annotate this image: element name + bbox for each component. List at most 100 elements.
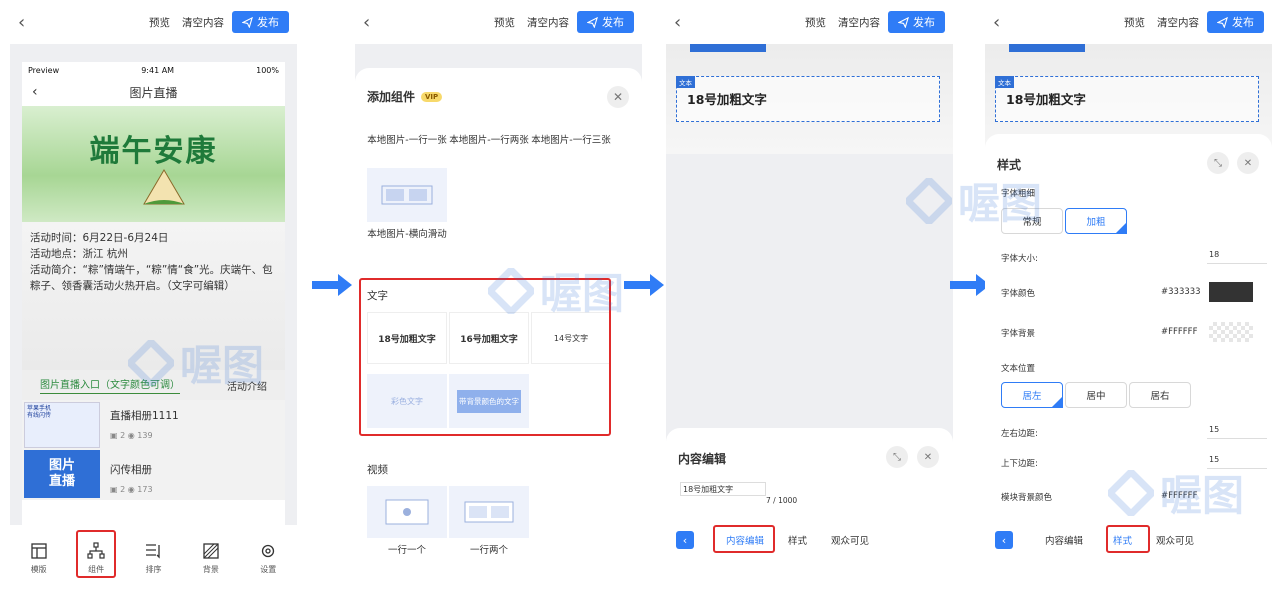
publish-label: 发布 xyxy=(1232,16,1254,29)
video-card-two-per-row[interactable] xyxy=(449,486,529,538)
text-content-input[interactable]: 18号加粗文字 xyxy=(680,482,766,496)
banner-image[interactable]: 端午安康 xyxy=(22,106,285,222)
component-caption[interactable]: 本地图片-一行三张 xyxy=(531,134,611,148)
close-icon[interactable]: ✕ xyxy=(1237,152,1259,174)
publish-button[interactable]: 发布 xyxy=(1207,11,1264,33)
nav-template[interactable]: 模版 xyxy=(19,538,59,579)
publish-button[interactable]: 发布 xyxy=(888,11,945,33)
gear-icon xyxy=(262,544,275,557)
weight-bold-option[interactable]: 加粗 xyxy=(1065,208,1127,234)
sheet-title: 添加组件 VIP xyxy=(367,88,443,105)
close-icon[interactable]: ✕ xyxy=(607,86,629,108)
album-thumb-2[interactable]: 图片 直播 xyxy=(24,450,100,498)
info-line-location: 活动地点：浙江 杭州 xyxy=(30,248,128,260)
component-caption[interactable]: 本地图片-一行两张 xyxy=(449,134,529,148)
component-caption[interactable]: 一行两个 xyxy=(449,544,529,558)
top-bar: ‹ 预览 清空内容 发布 xyxy=(355,0,642,44)
arrow-right-icon xyxy=(312,274,352,296)
tutorial-stage: ‹ 预览 清空内容 发布 Preview 9:41 AM 100% ‹ 图片直播… xyxy=(0,0,1282,589)
font-bg-swatch[interactable] xyxy=(1209,322,1253,342)
back-arrow-icon[interactable]: ‹ xyxy=(993,12,1013,33)
font-size-input[interactable]: 18 xyxy=(1207,250,1267,264)
back-arrow-icon[interactable]: ‹ xyxy=(674,12,694,33)
font-color-value: #333333 xyxy=(1161,287,1201,297)
lr-margin-input[interactable]: 15 xyxy=(1207,425,1267,439)
panel-add-component: ‹ 预览 清空内容 发布 添加组件 VIP ✕ 本地图片-一行一张 本地图片-一… xyxy=(355,0,642,589)
sort-icon xyxy=(146,543,161,559)
tab-audience-visible[interactable]: 观众可见 xyxy=(1156,533,1194,547)
collapse-icon[interactable]: ⤡ xyxy=(1207,152,1229,174)
album-item[interactable]: 闪传相册 ▣ 2 ◉ 173 xyxy=(110,462,277,512)
highlight-style-tab xyxy=(1106,525,1150,553)
back-arrow-icon[interactable]: ‹ xyxy=(18,12,38,33)
album-count: 2 xyxy=(120,485,126,494)
photo-live-entry-link[interactable]: 图片直播入口（文字颜色可调） xyxy=(40,376,180,394)
album-item[interactable]: 直播相册1111 ▣ 2 ◉ 139 xyxy=(110,408,277,458)
thumb2-line: 图片 xyxy=(48,458,75,473)
weight-regular-option[interactable]: 常规 xyxy=(1001,208,1063,234)
nav-settings[interactable]: 设置 xyxy=(248,538,288,579)
align-center-option[interactable]: 居中 xyxy=(1065,382,1127,408)
top-bar: ‹ 预览 清空内容 发布 xyxy=(10,0,297,44)
clear-content-button[interactable]: 清空内容 xyxy=(838,15,880,30)
component-caption[interactable]: 一行一个 xyxy=(367,544,447,558)
tb-margin-input[interactable]: 15 xyxy=(1207,455,1267,469)
nav-sort[interactable]: 排序 xyxy=(133,538,173,579)
collapse-icon[interactable]: ⤡ xyxy=(886,446,908,468)
close-icon[interactable]: ✕ xyxy=(917,446,939,468)
nav-label: 模版 xyxy=(30,564,47,574)
preview-button[interactable]: 预览 xyxy=(805,15,826,30)
video-card-one-per-row[interactable] xyxy=(367,486,447,538)
tab-content-edit[interactable]: 内容编辑 xyxy=(1045,533,1083,547)
font-bg-label: 字体背景 xyxy=(1001,329,1036,339)
thumb1-line: 苹果手机 xyxy=(27,405,52,412)
album-count: 2 xyxy=(120,431,126,440)
clear-content-button[interactable]: 清空内容 xyxy=(1157,15,1199,30)
component-caption[interactable]: 本地图片-一行一张 xyxy=(367,134,447,148)
time-label: 9:41 AM xyxy=(141,65,175,75)
nav-label: 背景 xyxy=(202,564,219,574)
back-arrow-icon[interactable]: ‹ xyxy=(676,531,694,549)
album-thumb-1[interactable]: 苹果手机 有线闪传 xyxy=(24,402,100,448)
align-right-option[interactable]: 居右 xyxy=(1129,382,1191,408)
publish-button[interactable]: 发布 xyxy=(232,11,289,33)
preview-button[interactable]: 预览 xyxy=(494,15,515,30)
component-caption[interactable]: 本地图片-横向滑动 xyxy=(367,228,447,242)
highlight-text-section xyxy=(359,278,611,436)
lr-margin-label: 左右边距: xyxy=(1001,429,1038,439)
selected-text-block[interactable]: 文本 18号加粗文字 xyxy=(676,76,940,122)
preview-button[interactable]: 预览 xyxy=(1124,15,1145,30)
album-list: 苹果手机 有线闪传 图片 直播 直播相册1111 ▣ 2 ◉ 139 闪传相册 xyxy=(22,400,285,500)
phone-preview: Preview 9:41 AM 100% ‹ 图片直播 端午安康 活动时间：6月… xyxy=(22,62,285,528)
preview-button[interactable]: 预览 xyxy=(149,15,170,30)
tb-margin-label: 上下边距: xyxy=(1001,459,1038,469)
font-bg-value: #FFFFFF xyxy=(1161,327,1198,337)
nav-background[interactable]: 背景 xyxy=(191,538,231,579)
text-align-label: 文本位置 xyxy=(1001,364,1036,374)
selected-text-block[interactable]: 文本 18号加粗文字 xyxy=(995,76,1259,122)
back-arrow-icon[interactable]: ‹ xyxy=(363,12,383,33)
text-tag: 文本 xyxy=(676,76,695,88)
album-views: 139 xyxy=(137,431,153,440)
activity-info[interactable]: 活动时间：6月22日-6月24日 活动地点：浙江 杭州 活动简介：“粽”情端午，… xyxy=(22,222,285,370)
page-title: 图片直播 xyxy=(129,85,178,100)
paper-plane-icon xyxy=(898,16,909,28)
album-meta: 直播相册1111 ▣ 2 ◉ 139 闪传相册 ▣ 2 ◉ 173 xyxy=(102,400,285,500)
publish-button[interactable]: 发布 xyxy=(577,11,634,33)
clear-content-button[interactable]: 清空内容 xyxy=(182,15,224,30)
align-left-option[interactable]: 居左 xyxy=(1001,382,1063,408)
clear-content-button[interactable]: 清空内容 xyxy=(527,15,569,30)
tab-style[interactable]: 样式 xyxy=(788,533,807,547)
tab-audience-visible[interactable]: 观众可见 xyxy=(831,533,869,547)
font-color-label: 字体颜色 xyxy=(1001,289,1036,299)
highlight-component-nav xyxy=(76,530,116,578)
album-stats: ▣ 2 ◉ 173 xyxy=(110,485,153,494)
activity-intro-link[interactable]: 活动介绍 xyxy=(227,378,267,393)
edit-tabs: ‹ 内容编辑 样式 观众可见 xyxy=(666,520,953,560)
zongzi-illustration xyxy=(143,169,185,205)
back-arrow-icon[interactable]: ‹ xyxy=(32,84,38,100)
back-arrow-icon[interactable]: ‹ xyxy=(995,531,1013,549)
arrow-right-icon xyxy=(624,274,664,296)
font-color-swatch[interactable] xyxy=(1209,282,1253,302)
component-card-horizontal-scroll[interactable] xyxy=(367,168,447,222)
